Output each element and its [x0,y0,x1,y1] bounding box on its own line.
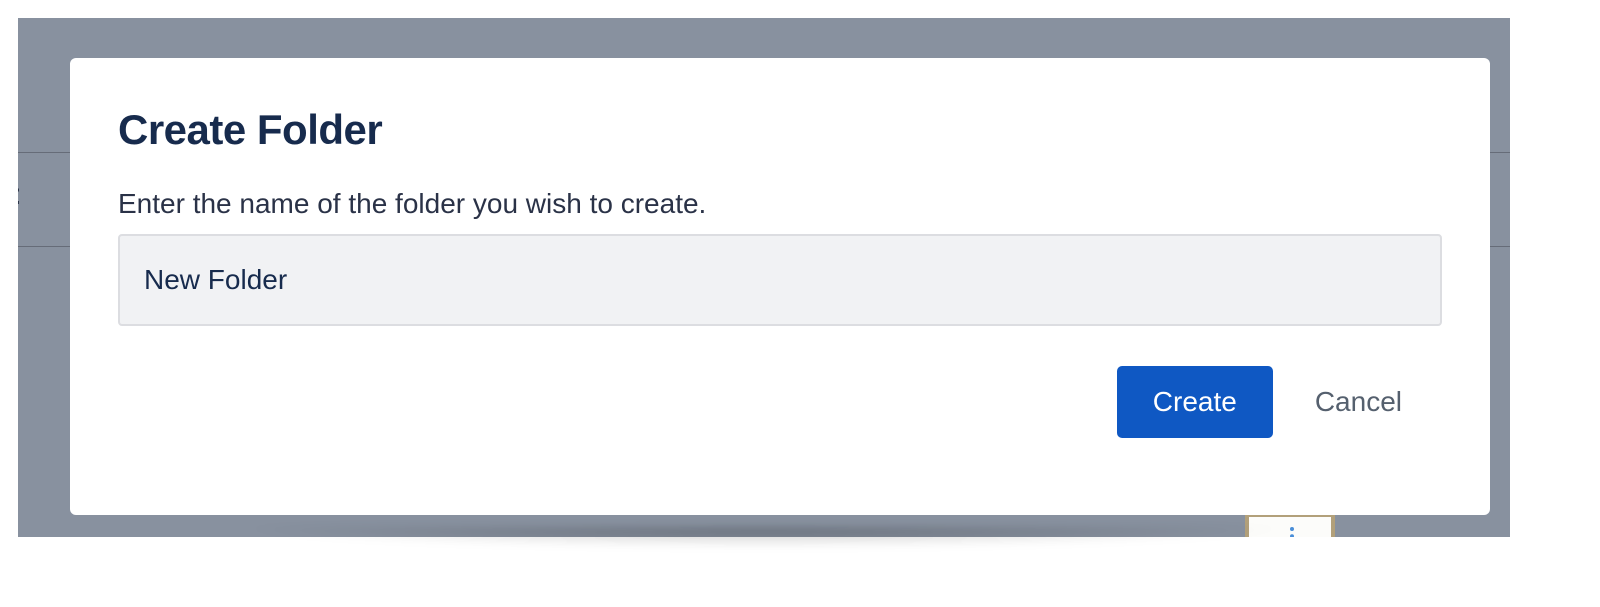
create-button[interactable]: Create [1117,366,1273,438]
background-dotted-line [1290,527,1294,537]
dialog-title: Create Folder [118,106,1442,154]
create-folder-dialog: Create Folder Enter the name of the fold… [70,58,1490,515]
dialog-instruction: Enter the name of the folder you wish to… [118,188,1442,220]
dialog-button-row: Create Cancel [118,366,1442,438]
folder-name-input[interactable] [118,234,1442,326]
background-overlay: oo: Create Folder Enter the name of the … [18,18,1510,537]
cancel-button[interactable]: Cancel [1305,366,1412,438]
background-text-fragment: oo: [18,178,23,212]
